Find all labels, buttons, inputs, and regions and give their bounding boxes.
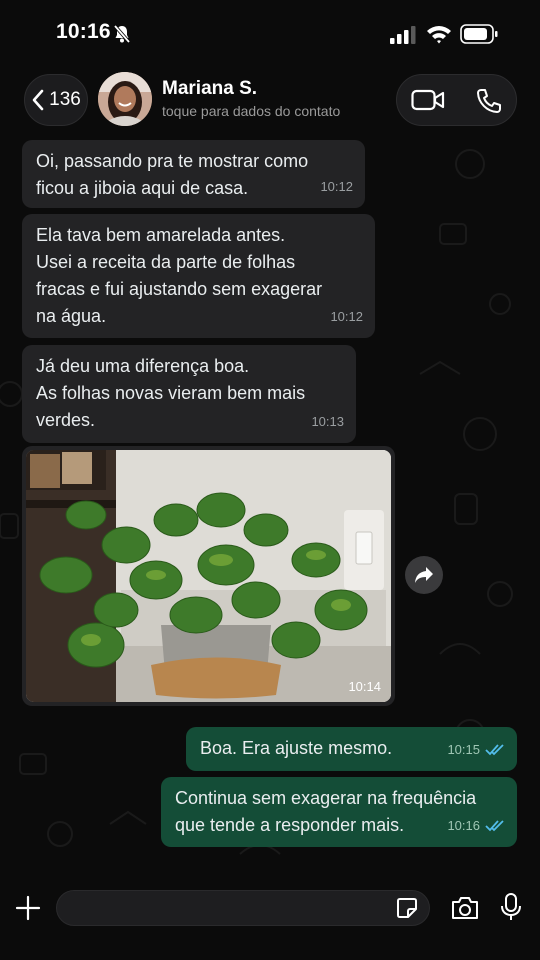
chat-header: 136 Mariana S. toque para dados do conta… (0, 68, 540, 134)
incoming-message[interactable]: Oi, passando pra te mostrar como ficou a… (22, 140, 365, 208)
video-call-icon[interactable] (411, 87, 445, 113)
incoming-photo-message[interactable]: 10:14 (22, 446, 395, 706)
message-meta: 10:16 (447, 812, 505, 839)
message-meta: 10:15 (447, 736, 505, 763)
phone-call-icon[interactable] (475, 87, 503, 115)
message-time: 10:13 (311, 414, 344, 429)
message-text: Ela tava bem amarelada antes. Usei a rec… (36, 225, 323, 326)
wifi-icon (427, 26, 451, 44)
message-input-bar (0, 878, 540, 960)
status-time: 10:16 (56, 20, 111, 43)
status-bar: 10:16 (0, 0, 540, 68)
read-ticks-icon (485, 819, 504, 831)
contact-avatar[interactable] (98, 72, 152, 126)
chevron-left-icon (32, 89, 44, 111)
message-time: 10:12 (330, 309, 363, 324)
chat-area[interactable]: Oi, passando pra te mostrar como ficou a… (0, 134, 540, 878)
message-time: 10:12 (320, 179, 353, 194)
bell-off-icon (113, 24, 131, 44)
contact-name[interactable]: Mariana S. (162, 78, 257, 100)
message-text: Oi, passando pra te mostrar como ficou a… (36, 151, 309, 198)
call-actions (396, 74, 517, 126)
forward-icon (415, 567, 433, 583)
camera-icon[interactable] (450, 895, 480, 921)
incoming-message[interactable]: Ela tava bem amarelada antes. Usei a rec… (22, 214, 375, 338)
message-input[interactable] (56, 890, 430, 926)
message-text: Já deu uma diferença boa. As folhas nova… (36, 356, 306, 430)
pothos-plant-image (26, 450, 391, 702)
sticker-icon[interactable] (396, 897, 418, 919)
outgoing-message[interactable]: Continua sem exagerar na frequência que … (161, 777, 517, 847)
signal-icon (390, 26, 416, 44)
plus-icon[interactable] (14, 894, 42, 922)
back-button[interactable]: 136 (24, 74, 88, 126)
incoming-message[interactable]: Já deu uma diferença boa. As folhas nova… (22, 345, 356, 443)
unread-count: 136 (49, 89, 81, 110)
outgoing-message[interactable]: Boa. Era ajuste mesmo. 10:15 (186, 727, 517, 771)
read-ticks-icon (485, 743, 504, 755)
battery-icon (460, 24, 498, 44)
plant-photo[interactable]: 10:14 (26, 450, 391, 702)
message-time: 10:15 (447, 742, 480, 757)
message-time: 10:16 (447, 818, 480, 833)
forward-button[interactable] (405, 556, 443, 594)
contact-subtitle[interactable]: toque para dados do contato (162, 103, 340, 119)
message-time: 10:14 (348, 679, 381, 694)
microphone-icon[interactable] (500, 892, 522, 922)
